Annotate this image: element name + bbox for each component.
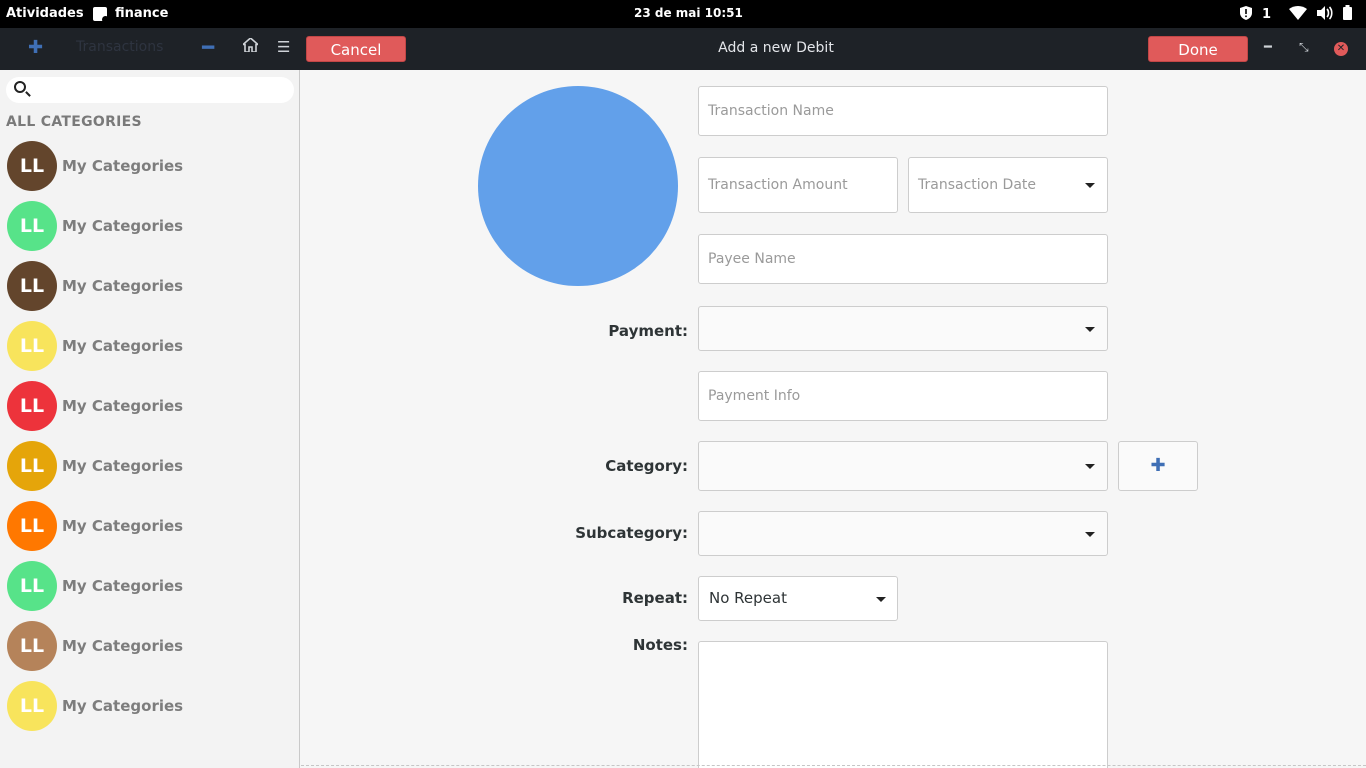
category-avatar: LL xyxy=(7,141,57,191)
category-label: My Categories xyxy=(62,277,184,295)
form-bottom-border xyxy=(301,765,1366,766)
payee-name-placeholder: Payee Name xyxy=(708,251,796,267)
finance-app-icon xyxy=(93,6,109,23)
chevron-down-icon xyxy=(1085,326,1095,332)
header-bar: ✚ Transactions ━ ☰ Cancel Add a new Debi… xyxy=(0,28,1366,70)
category-list-item[interactable]: LL My Categories xyxy=(0,260,300,320)
payment-info-placeholder: Payment Info xyxy=(708,388,801,404)
add-debit-form: Transaction Name Transaction Amount Tran… xyxy=(301,70,1366,768)
category-list-item[interactable]: LL My Categories xyxy=(0,320,300,380)
repeat-label: Repeat: xyxy=(622,589,688,607)
category-label: My Categories xyxy=(62,637,184,655)
remove-transaction-button[interactable]: ━ xyxy=(202,35,214,59)
wifi-icon xyxy=(1289,5,1307,24)
transaction-amount-field[interactable]: Transaction Amount xyxy=(698,157,898,213)
category-label: Category: xyxy=(605,457,688,475)
add-category-button[interactable]: ✚ xyxy=(1118,441,1198,491)
category-list-item[interactable]: LL My Categories xyxy=(0,200,300,260)
repeat-value: No Repeat xyxy=(709,589,787,607)
category-avatar: LL xyxy=(7,441,57,491)
payment-label: Payment: xyxy=(608,322,688,340)
chevron-down-icon xyxy=(1085,531,1095,537)
system-tray[interactable]: 1 xyxy=(1239,5,1352,24)
category-list-item[interactable]: LL My Categories xyxy=(0,140,300,200)
system-top-bar: Atividades finance 23 de mai 10:51 1 xyxy=(0,0,1366,28)
chevron-down-icon xyxy=(1085,183,1095,188)
category-list-item[interactable]: LL My Categories xyxy=(0,620,300,680)
clock[interactable]: 23 de mai 10:51 xyxy=(634,6,743,20)
transaction-date-placeholder: Transaction Date xyxy=(918,177,1037,193)
category-label: My Categories xyxy=(62,577,184,595)
chevron-down-icon xyxy=(876,596,886,602)
volume-icon xyxy=(1317,5,1333,24)
transaction-name-field[interactable]: Transaction Name xyxy=(698,86,1108,136)
transaction-name-placeholder: Transaction Name xyxy=(708,103,834,119)
categories-sidebar: ALL CATEGORIES LL My Categories LL My Categ… xyxy=(0,70,300,768)
category-label: My Categories xyxy=(62,397,184,415)
search-input[interactable] xyxy=(6,77,294,103)
hamburger-menu-icon[interactable]: ☰ xyxy=(277,38,290,56)
category-label: My Categories xyxy=(62,697,184,715)
category-avatar: LL xyxy=(7,261,57,311)
minimize-icon[interactable]: ━ xyxy=(1264,40,1272,55)
cancel-button[interactable]: Cancel xyxy=(306,36,406,62)
transactions-header: ✚ Transactions ━ ☰ xyxy=(0,28,300,70)
payment-select[interactable] xyxy=(698,306,1108,351)
category-list-item[interactable]: LL My Categories xyxy=(0,560,300,620)
transaction-amount-placeholder: Transaction Amount xyxy=(708,177,848,193)
category-avatar: LL xyxy=(7,621,57,671)
category-list-item[interactable]: LL My Categories xyxy=(0,680,300,740)
category-avatar: LL xyxy=(7,561,57,611)
battery-icon xyxy=(1343,5,1352,24)
activities-button[interactable]: Atividades xyxy=(6,6,84,21)
category-label: My Categories xyxy=(62,337,184,355)
repeat-select[interactable]: No Repeat xyxy=(698,576,898,621)
category-avatar: LL xyxy=(7,321,57,371)
dialog-title: Add a new Debit xyxy=(718,40,834,56)
home-icon[interactable] xyxy=(240,36,261,54)
app-menu[interactable]: finance xyxy=(93,6,169,23)
plus-icon: ✚ xyxy=(1150,455,1166,476)
category-label: My Categories xyxy=(62,457,184,475)
category-label: My Categories xyxy=(62,217,184,235)
category-avatar: LL xyxy=(7,381,57,431)
shield-icon xyxy=(1239,5,1252,24)
category-avatar: LL xyxy=(7,681,57,731)
app-name: finance xyxy=(115,6,169,21)
category-avatar: LL xyxy=(7,501,57,551)
category-list-item[interactable]: LL My Categories xyxy=(0,380,300,440)
subcategory-select[interactable] xyxy=(698,511,1108,556)
all-categories-heading: ALL CATEGORIES xyxy=(6,114,142,130)
notes-textarea[interactable] xyxy=(698,641,1108,768)
subcategory-label: Subcategory: xyxy=(575,524,688,542)
search-icon xyxy=(14,81,26,93)
transactions-title: Transactions xyxy=(76,39,164,55)
category-select[interactable] xyxy=(698,441,1108,491)
category-list: LL My Categories LL My Categories LL My Categ… xyxy=(0,140,300,740)
category-label: My Categories xyxy=(62,157,184,175)
close-icon[interactable]: ✕ xyxy=(1334,42,1348,56)
category-list-item[interactable]: LL My Categories xyxy=(0,440,300,500)
done-button[interactable]: Done xyxy=(1148,36,1248,62)
category-label: My Categories xyxy=(62,517,184,535)
add-transaction-button[interactable]: ✚ xyxy=(28,37,43,58)
category-list-item[interactable]: LL My Categories xyxy=(0,500,300,560)
transaction-avatar[interactable] xyxy=(478,86,678,286)
maximize-icon[interactable]: ⤡ xyxy=(1299,40,1309,55)
notification-count: 1 xyxy=(1261,7,1271,22)
notes-label: Notes: xyxy=(632,636,688,654)
category-avatar: LL xyxy=(7,201,57,251)
payment-info-field[interactable]: Payment Info xyxy=(698,371,1108,421)
payee-name-field[interactable]: Payee Name xyxy=(698,234,1108,284)
chevron-down-icon xyxy=(1085,464,1095,469)
transaction-date-picker[interactable]: Transaction Date xyxy=(908,157,1108,213)
